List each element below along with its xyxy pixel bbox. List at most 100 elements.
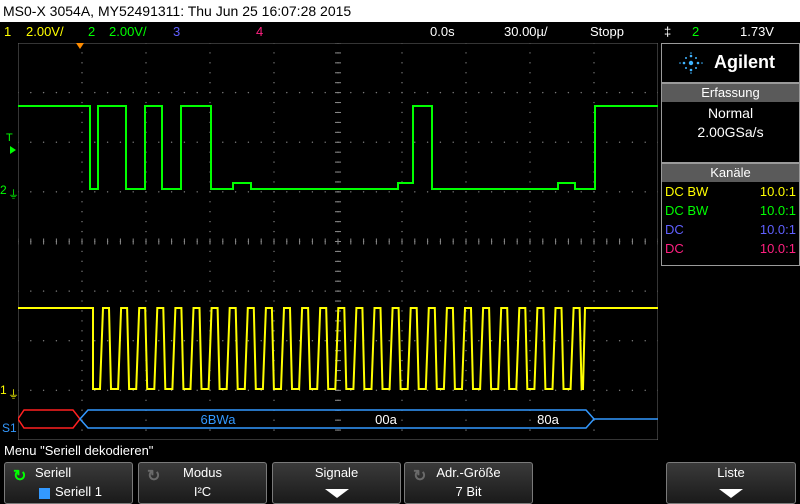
grid-dot	[401, 310, 403, 312]
grid-dot	[529, 330, 531, 332]
ch1-scale[interactable]: 2.00V/	[26, 22, 64, 42]
grid-dot	[42, 290, 45, 292]
softkey-mode[interactable]: ↻ Modus I²C	[138, 462, 267, 504]
grid-dot	[196, 290, 198, 292]
grid-dot	[631, 141, 634, 143]
grid-dot	[465, 399, 467, 401]
grid-dot	[593, 270, 595, 272]
grid-dot	[529, 230, 531, 233]
grid-dot	[452, 141, 454, 143]
grid-dot	[439, 191, 442, 193]
grid-dot	[503, 340, 506, 342]
channel-row-1[interactable]: DC BW 10.0:1	[662, 182, 799, 201]
grid-dot	[593, 101, 595, 104]
softkey-list[interactable]: Liste	[666, 462, 796, 504]
softkey-label: Modus	[182, 465, 223, 480]
ch3-number[interactable]: 3	[173, 22, 180, 42]
grid-dot	[81, 211, 83, 213]
grid-dot	[401, 161, 403, 163]
grid-dot	[81, 111, 83, 114]
serial-bus-marker[interactable]: S1	[2, 421, 17, 435]
grid-dot	[414, 340, 416, 342]
grid-dot	[119, 290, 122, 292]
grid-dot	[490, 191, 493, 193]
channel-row-2[interactable]: DC BW 10.0:1	[662, 201, 799, 220]
softkey-signals[interactable]: Signale	[272, 462, 401, 504]
channel-row-4[interactable]: DC 10.0:1	[662, 239, 799, 258]
grid-dot	[529, 211, 531, 213]
grid-dot	[311, 141, 314, 143]
grid-dot	[426, 191, 429, 193]
time-scale[interactable]: 30.00µ/	[504, 22, 548, 42]
grid-dot	[145, 91, 147, 94]
grid-dot	[324, 290, 326, 292]
ch1-number[interactable]: 1	[4, 22, 11, 42]
grid-dot	[273, 161, 275, 163]
time-offset[interactable]: 0.0s	[430, 22, 455, 42]
submenu-arrow-icon	[719, 489, 743, 498]
grid-dot	[401, 429, 403, 431]
grid-dot	[350, 191, 352, 193]
grid-dot	[593, 62, 595, 64]
channel-probe: 10.0:1	[759, 184, 796, 199]
grid-dot	[490, 290, 493, 292]
grid-dot	[401, 141, 403, 143]
softkey-address-size[interactable]: ↻ Adr.-Größe 7 Bit	[404, 462, 533, 504]
grid-dot	[247, 290, 250, 292]
ch4-number[interactable]: 4	[256, 22, 263, 42]
acquisition-panel[interactable]: Erfassung Normal 2.00GSa/s	[661, 83, 800, 163]
grid-dot	[529, 340, 531, 342]
channel-coupling: DC BW	[665, 203, 709, 218]
grid-dot	[273, 300, 275, 302]
grid-dot	[465, 181, 467, 183]
grid-dot	[529, 121, 531, 124]
grid-dot	[222, 290, 224, 292]
grid-dot	[30, 290, 32, 292]
grid-dot	[516, 141, 518, 143]
trigger-level[interactable]: 1.73V	[740, 22, 774, 42]
grid-dot	[529, 300, 531, 302]
grid-dot	[81, 280, 83, 282]
grid-dot	[593, 409, 595, 411]
grid-dot	[158, 91, 160, 94]
trigger-level-marker[interactable]: T	[6, 132, 13, 144]
grid-dot	[273, 280, 275, 282]
grid-dot	[529, 419, 531, 421]
ch2-ground-marker[interactable]: 2	[0, 183, 7, 197]
grid-dot	[465, 121, 467, 124]
grid-dot	[68, 340, 70, 342]
channel-row-3[interactable]: DC 10.0:1	[662, 220, 799, 239]
grid-dot	[593, 389, 595, 392]
trigger-channel[interactable]: 2	[692, 22, 699, 42]
grid-dot	[260, 290, 262, 292]
grid-dot	[478, 290, 480, 292]
grid-dot	[273, 250, 275, 253]
grid-dot	[503, 290, 506, 292]
grid-dot	[401, 72, 403, 74]
grid-dot	[593, 201, 595, 203]
softkey-serial[interactable]: ↻ Seriell Seriell 1	[4, 462, 133, 504]
grid-dot	[106, 340, 109, 342]
grid-dot	[529, 131, 531, 134]
grid-dot	[631, 91, 634, 94]
grid-dot	[644, 141, 646, 143]
grid-dot	[68, 290, 70, 292]
grid-dot	[401, 300, 403, 302]
grid-dot	[593, 369, 595, 372]
channels-panel[interactable]: Kanäle DC BW 10.0:1 DC BW 10.0:1 DC 10.0…	[661, 163, 800, 266]
waveform-display[interactable]: 6BWa 00a 80a	[18, 43, 658, 440]
softkey-label: Signale	[314, 465, 359, 480]
grid-dot	[529, 141, 531, 143]
grid-dot	[145, 82, 147, 84]
grid-dot	[465, 270, 467, 272]
grid-dot	[401, 379, 403, 382]
grid-dot	[375, 290, 378, 292]
grid-dot	[81, 349, 83, 352]
ch1-ground-marker[interactable]: 1	[0, 383, 7, 397]
ch2-scale[interactable]: 2.00V/	[109, 22, 147, 42]
channel-coupling: DC	[665, 222, 684, 237]
grid-dot	[516, 191, 518, 193]
grid-dot	[401, 290, 403, 292]
ch2-number[interactable]: 2	[88, 22, 95, 42]
grid-dot	[529, 250, 531, 253]
